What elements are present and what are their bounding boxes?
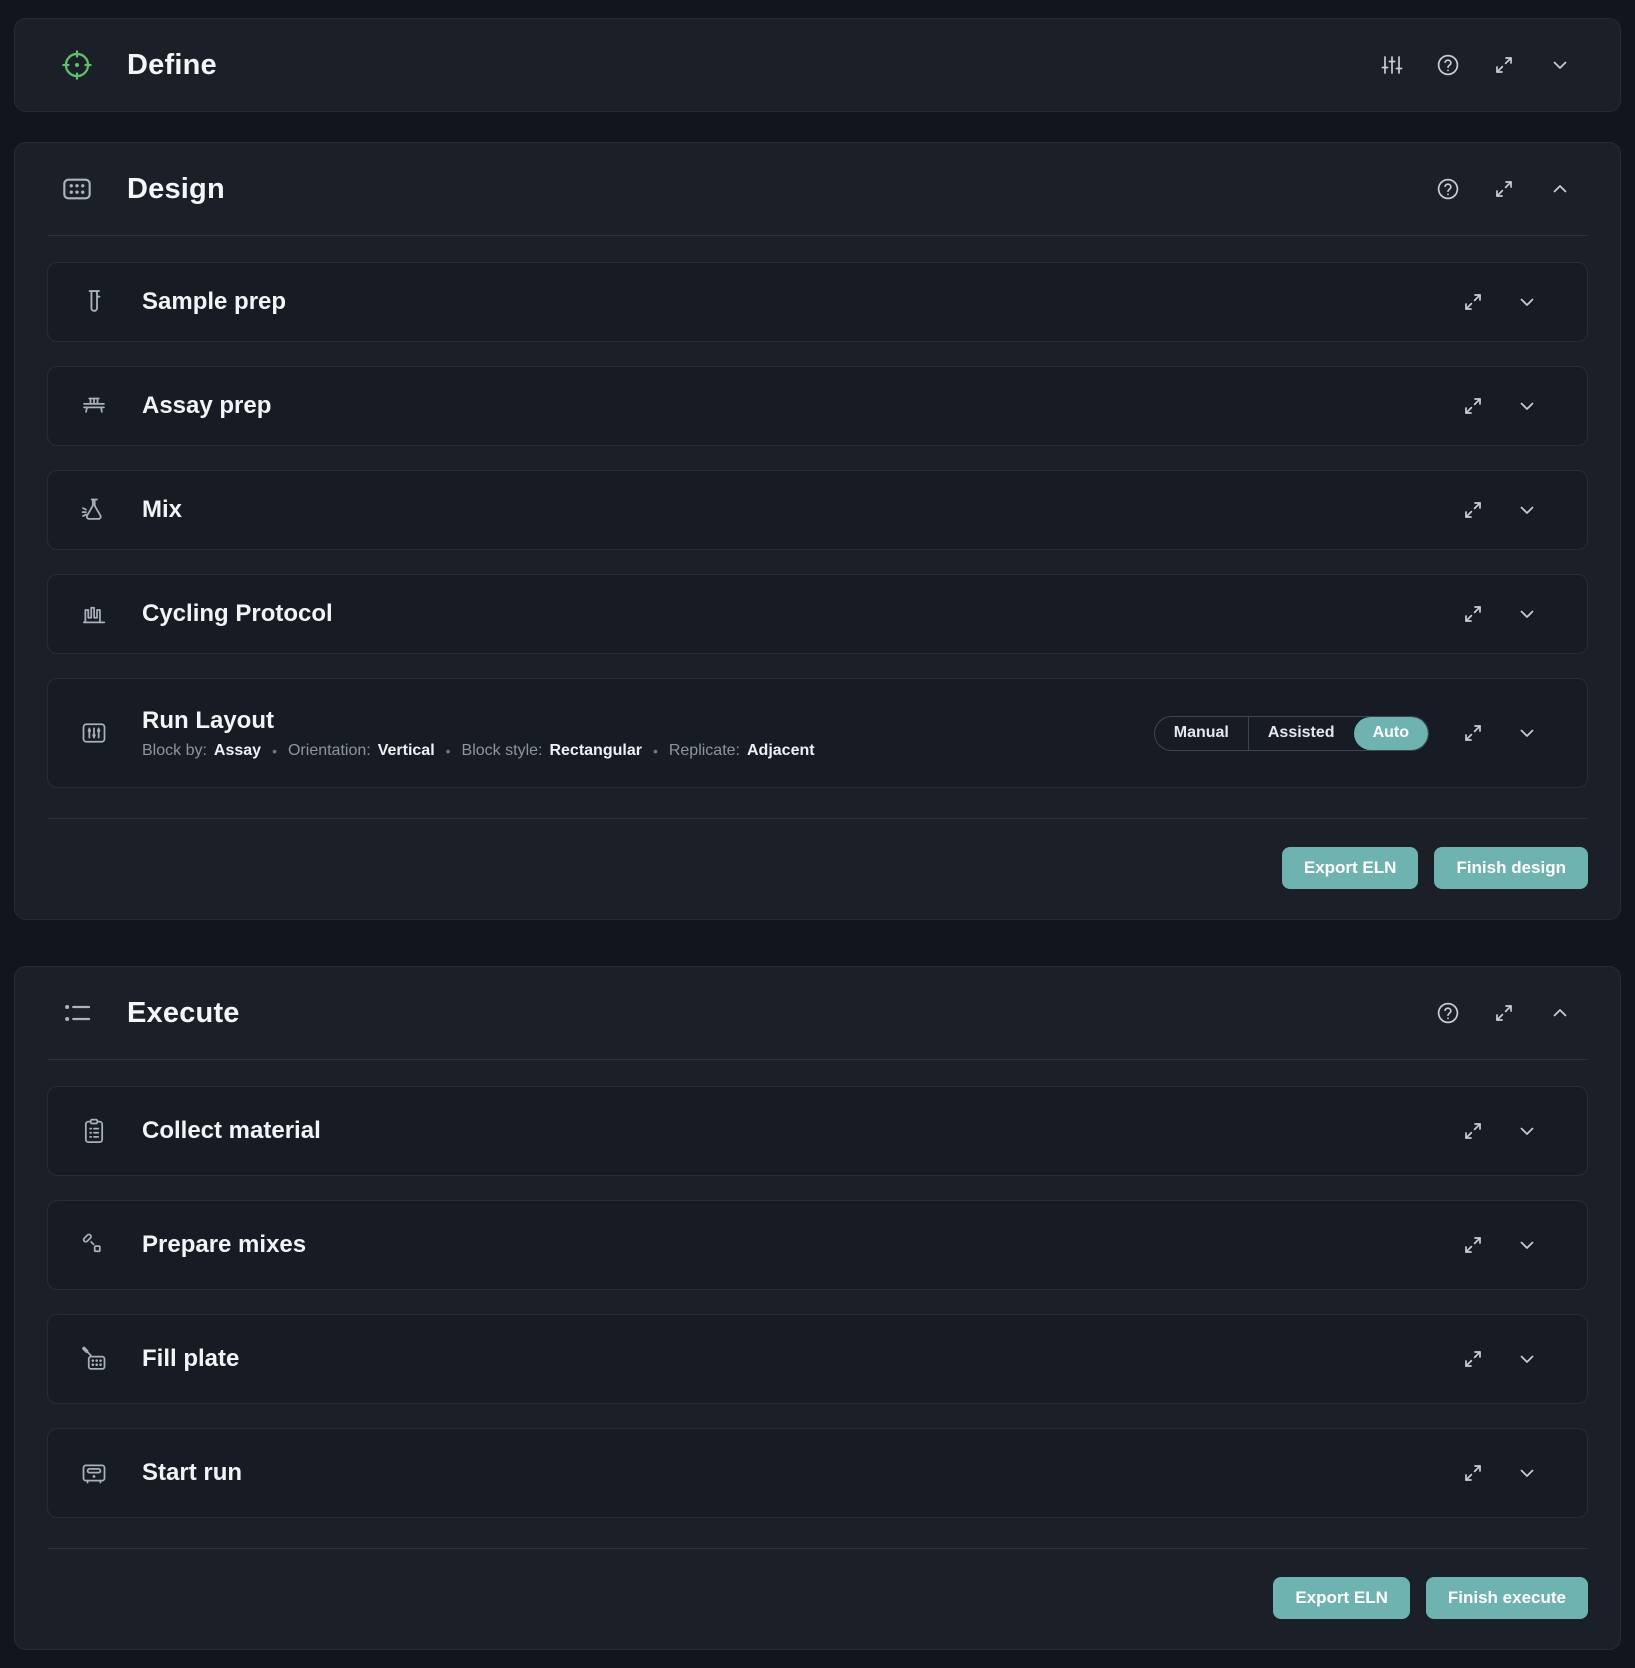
test-tube-icon bbox=[80, 288, 108, 316]
define-card: Define bbox=[14, 18, 1621, 112]
expand-icon[interactable] bbox=[1461, 394, 1485, 418]
step-row-sample-prep[interactable]: Sample prep bbox=[47, 262, 1588, 342]
sliders-icon[interactable] bbox=[1380, 53, 1404, 77]
expand-icon[interactable] bbox=[1461, 290, 1485, 314]
plate-layout-icon bbox=[80, 719, 108, 747]
define-header[interactable]: Define bbox=[15, 19, 1620, 111]
run-layout-summary: Block by:Assay • Orientation:Vertical • … bbox=[142, 742, 815, 760]
mode-assisted-button[interactable]: Assisted bbox=[1248, 717, 1354, 750]
define-title: Define bbox=[127, 49, 217, 82]
step-label: Fill plate bbox=[142, 1345, 239, 1373]
list-icon bbox=[61, 997, 93, 1029]
step-row-start-run[interactable]: Start run bbox=[47, 1428, 1588, 1518]
finish-design-button[interactable]: Finish design bbox=[1434, 847, 1588, 889]
thermal-cycle-icon bbox=[80, 600, 108, 628]
step-label: Run Layout bbox=[142, 707, 815, 735]
expand-icon[interactable] bbox=[1461, 721, 1485, 745]
expand-icon[interactable] bbox=[1461, 1461, 1485, 1485]
step-row-fill-plate[interactable]: Fill plate bbox=[47, 1314, 1588, 1404]
flask-icon bbox=[80, 496, 108, 524]
finish-execute-button[interactable]: Finish execute bbox=[1426, 1577, 1588, 1619]
expand-icon[interactable] bbox=[1461, 1119, 1485, 1143]
chevron-down-icon[interactable] bbox=[1515, 1233, 1539, 1257]
chevron-down-icon[interactable] bbox=[1515, 602, 1539, 626]
chevron-down-icon[interactable] bbox=[1515, 498, 1539, 522]
design-header[interactable]: Design bbox=[15, 143, 1620, 235]
pipette-icon bbox=[80, 1231, 108, 1259]
help-icon[interactable] bbox=[1436, 53, 1460, 77]
expand-icon[interactable] bbox=[1492, 177, 1516, 201]
step-row-assay-prep[interactable]: Assay prep bbox=[47, 366, 1588, 446]
expand-icon[interactable] bbox=[1461, 1233, 1485, 1257]
expand-icon[interactable] bbox=[1492, 53, 1516, 77]
clipboard-list-icon bbox=[80, 1117, 108, 1145]
step-label: Start run bbox=[142, 1459, 242, 1487]
expand-icon[interactable] bbox=[1461, 1347, 1485, 1371]
execute-card: Execute bbox=[14, 966, 1621, 1650]
step-label: Sample prep bbox=[142, 288, 286, 316]
design-card: Design bbox=[14, 142, 1621, 920]
help-icon[interactable] bbox=[1436, 177, 1460, 201]
step-label: Assay prep bbox=[142, 392, 271, 420]
expand-icon[interactable] bbox=[1461, 602, 1485, 626]
chevron-down-icon[interactable] bbox=[1515, 1461, 1539, 1485]
help-icon[interactable] bbox=[1436, 1001, 1460, 1025]
expand-icon[interactable] bbox=[1461, 498, 1485, 522]
step-row-mix[interactable]: Mix bbox=[47, 470, 1588, 550]
step-row-run-layout[interactable]: Run Layout Block by:Assay • Orientation:… bbox=[47, 678, 1588, 788]
chevron-up-icon[interactable] bbox=[1548, 177, 1572, 201]
step-row-cycling-protocol[interactable]: Cycling Protocol bbox=[47, 574, 1588, 654]
target-icon bbox=[61, 49, 93, 81]
chevron-down-icon[interactable] bbox=[1515, 721, 1539, 745]
mode-manual-button[interactable]: Manual bbox=[1155, 717, 1248, 750]
chevron-down-icon[interactable] bbox=[1515, 290, 1539, 314]
execute-header[interactable]: Execute bbox=[15, 967, 1620, 1059]
step-label: Cycling Protocol bbox=[142, 600, 333, 628]
step-row-collect-material[interactable]: Collect material bbox=[47, 1086, 1588, 1176]
tube-rack-icon bbox=[80, 392, 108, 420]
chevron-down-icon[interactable] bbox=[1548, 53, 1572, 77]
expand-icon[interactable] bbox=[1492, 1001, 1516, 1025]
chevron-up-icon[interactable] bbox=[1548, 1001, 1572, 1025]
mode-auto-button[interactable]: Auto bbox=[1354, 717, 1428, 750]
layout-mode-segmented-control: Manual Assisted Auto bbox=[1154, 716, 1429, 751]
chevron-down-icon[interactable] bbox=[1515, 394, 1539, 418]
chevron-down-icon[interactable] bbox=[1515, 1347, 1539, 1371]
instrument-icon bbox=[80, 1459, 108, 1487]
design-title: Design bbox=[127, 173, 225, 206]
export-eln-button[interactable]: Export ELN bbox=[1273, 1577, 1410, 1619]
step-label: Prepare mixes bbox=[142, 1231, 306, 1259]
export-eln-button[interactable]: Export ELN bbox=[1282, 847, 1419, 889]
step-label: Mix bbox=[142, 496, 182, 524]
chevron-down-icon[interactable] bbox=[1515, 1119, 1539, 1143]
fill-plate-icon bbox=[80, 1345, 108, 1373]
step-row-prepare-mixes[interactable]: Prepare mixes bbox=[47, 1200, 1588, 1290]
execute-title: Execute bbox=[127, 997, 240, 1030]
plate-icon bbox=[61, 173, 93, 205]
step-label: Collect material bbox=[142, 1117, 321, 1145]
